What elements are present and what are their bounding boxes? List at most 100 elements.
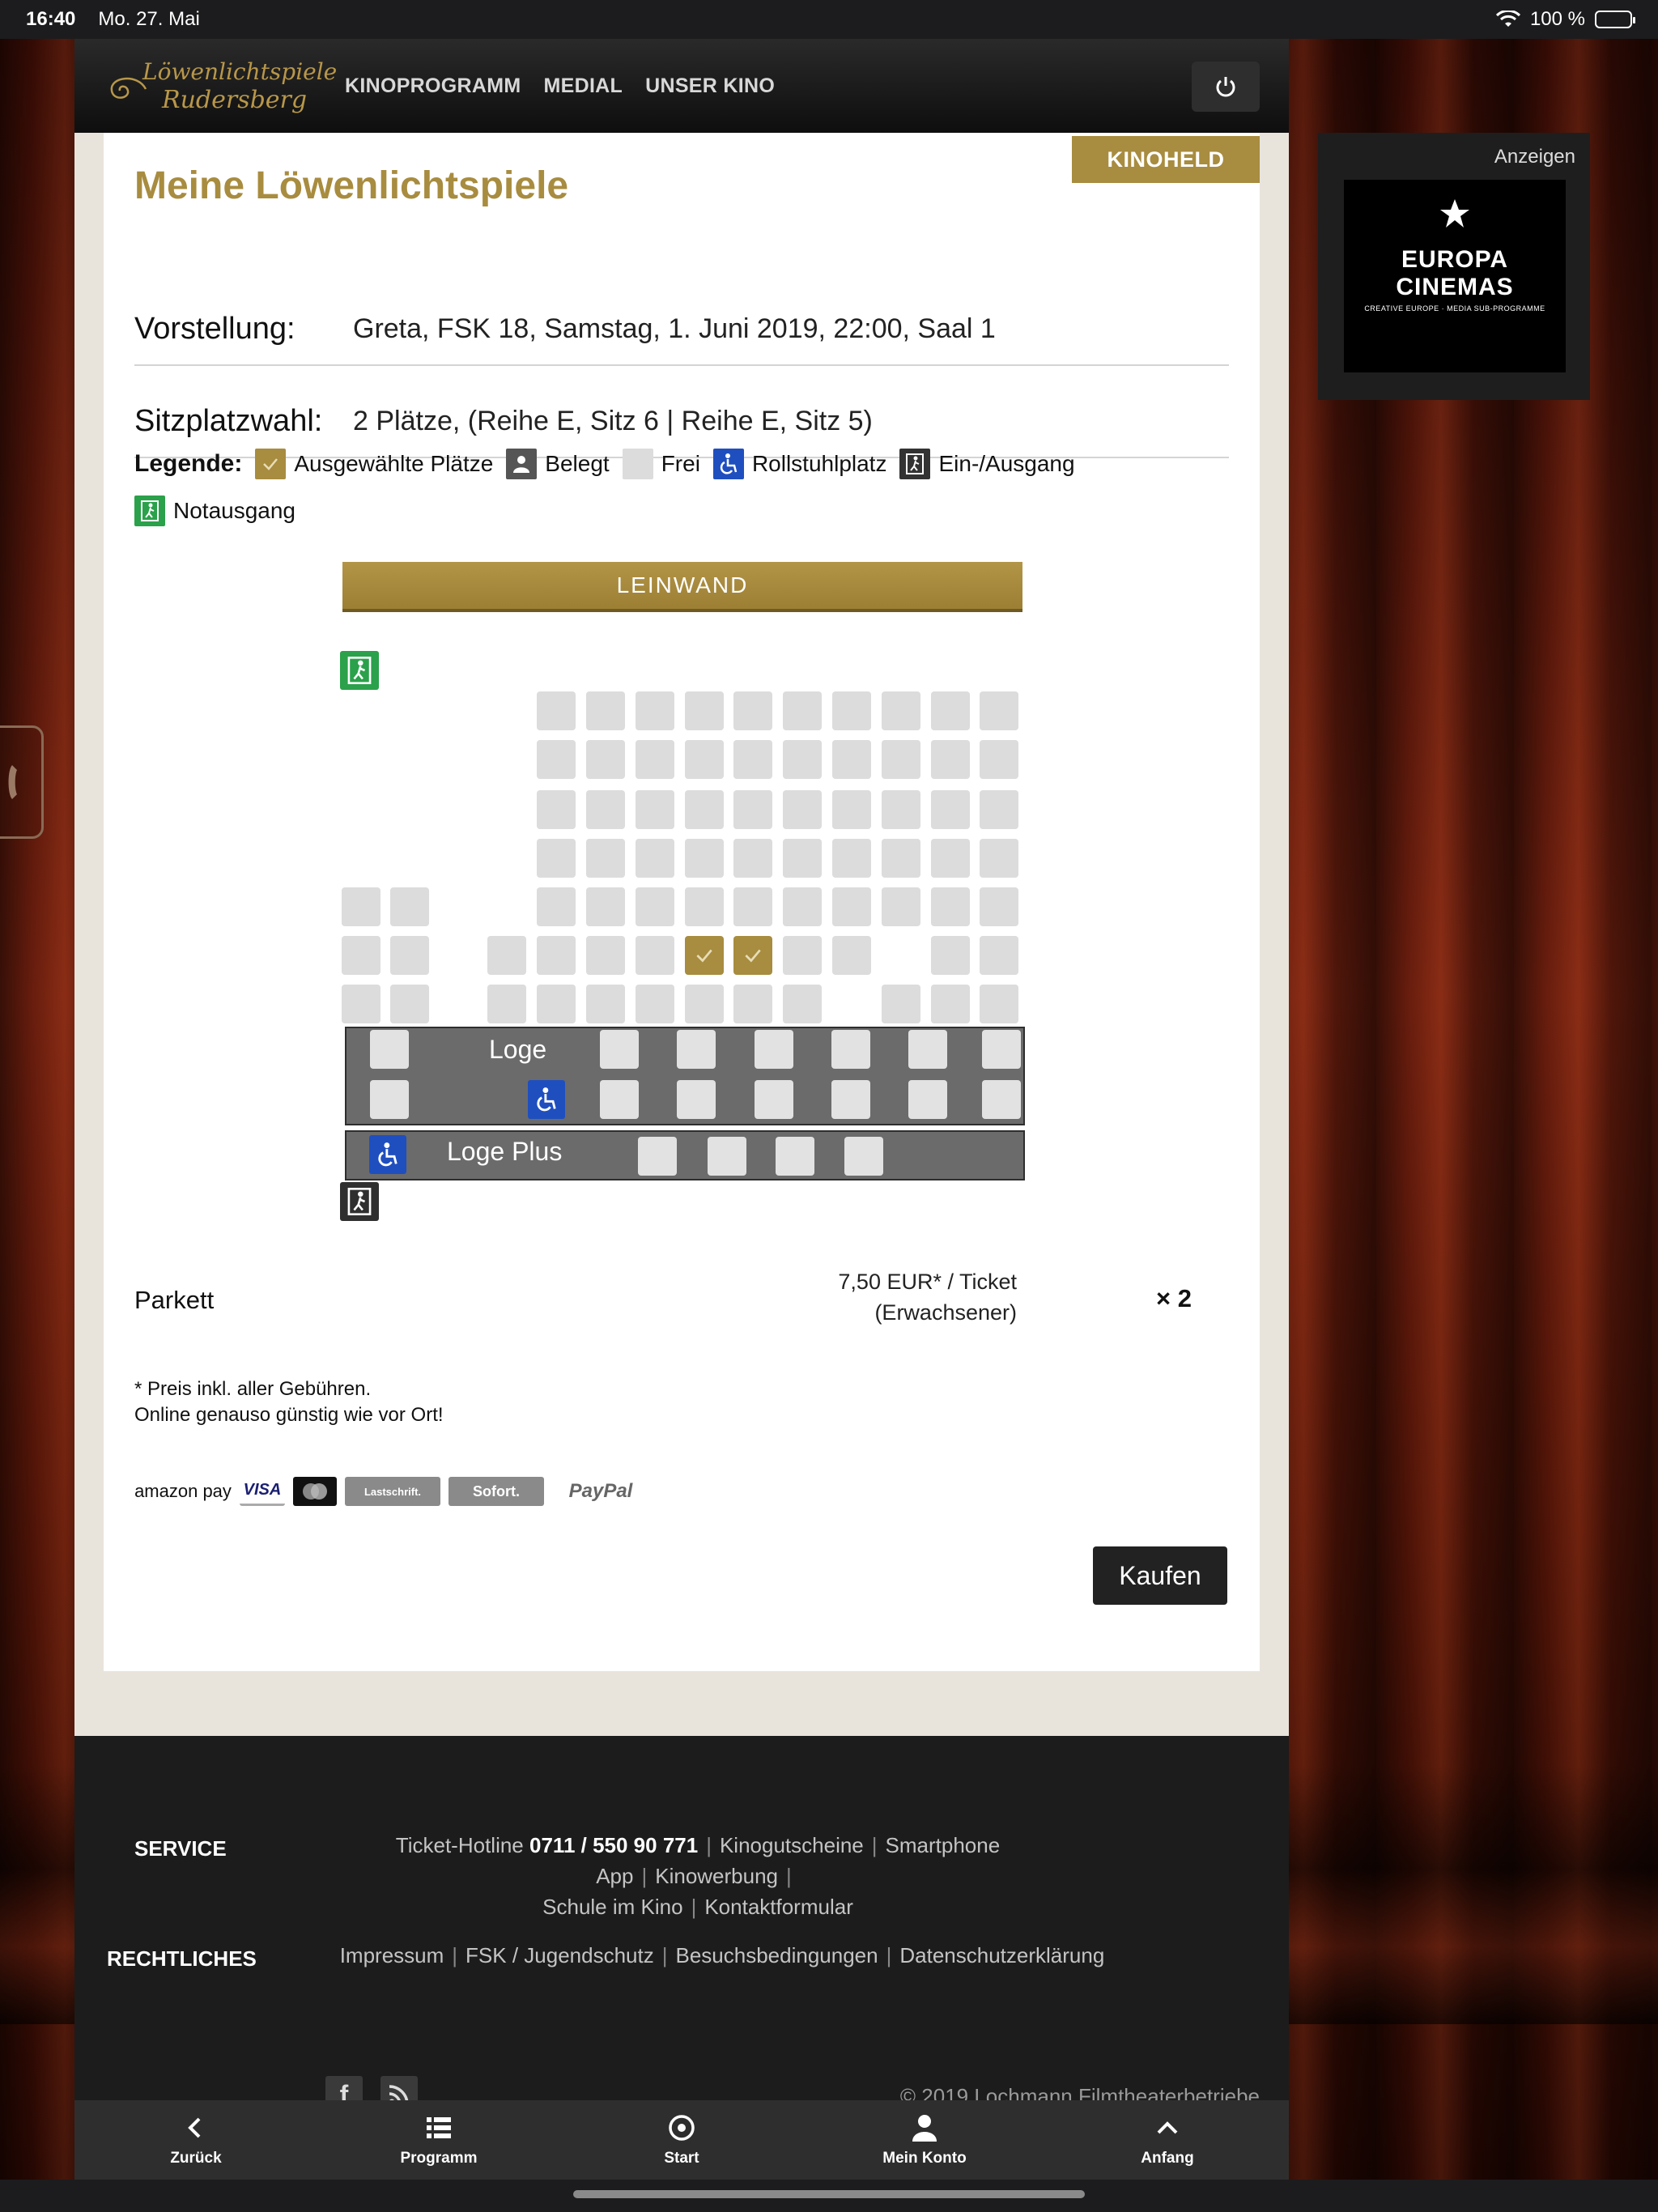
seat[interactable] (586, 887, 625, 926)
hotline-link[interactable]: Ticket-Hotline 0711 / 550 90 771 (396, 1833, 698, 1857)
seat[interactable] (783, 985, 822, 1023)
seat[interactable] (980, 839, 1018, 878)
seat[interactable] (931, 839, 970, 878)
link-impressum[interactable]: Impressum (340, 1943, 444, 1967)
seat[interactable] (733, 839, 772, 878)
seat[interactable] (980, 887, 1018, 926)
seat[interactable] (733, 740, 772, 779)
link-kinogutscheine[interactable]: Kinogutscheine (720, 1833, 864, 1857)
seat[interactable] (636, 985, 674, 1023)
seat[interactable] (586, 839, 625, 878)
tab-programm[interactable]: Programm (317, 2100, 560, 2180)
link-fsk[interactable]: FSK / Jugendschutz (466, 1943, 654, 1967)
seat[interactable] (832, 887, 871, 926)
seat[interactable] (832, 839, 871, 878)
seat[interactable] (733, 887, 772, 926)
link-kinowerbung[interactable]: Kinowerbung (655, 1864, 778, 1888)
seat[interactable] (636, 740, 674, 779)
seat[interactable] (537, 887, 576, 926)
seat[interactable] (487, 985, 526, 1023)
home-indicator[interactable] (573, 2190, 1085, 2198)
nav-kinoprogramm[interactable]: KINOPROGRAMM (345, 74, 521, 98)
loge-seat[interactable] (831, 1030, 870, 1069)
europa-cinemas-ad[interactable]: EUROPA CINEMAS CREATIVE EUROPE · MEDIA S… (1344, 180, 1566, 372)
seat[interactable] (832, 936, 871, 975)
seat[interactable] (342, 985, 380, 1023)
seat[interactable] (685, 839, 724, 878)
seat[interactable] (783, 790, 822, 829)
loge-seat[interactable] (600, 1030, 639, 1069)
seat[interactable] (537, 740, 576, 779)
tab-anfang[interactable]: Anfang (1046, 2100, 1289, 2180)
loge-seat[interactable] (908, 1030, 947, 1069)
seat[interactable] (586, 936, 625, 975)
selected-seat[interactable] (733, 936, 772, 975)
seat[interactable] (980, 740, 1018, 779)
seat[interactable] (980, 936, 1018, 975)
seat[interactable] (931, 936, 970, 975)
link-datenschutz[interactable]: Datenschutzerklärung (899, 1943, 1104, 1967)
seat[interactable] (685, 740, 724, 779)
seat[interactable] (783, 839, 822, 878)
seat[interactable] (931, 790, 970, 829)
seat[interactable] (636, 691, 674, 730)
seat[interactable] (537, 985, 576, 1023)
seat[interactable] (390, 887, 429, 926)
seat[interactable] (783, 936, 822, 975)
seat[interactable] (487, 936, 526, 975)
seat[interactable] (882, 839, 920, 878)
selected-seat[interactable] (685, 936, 724, 975)
kinoheld-button[interactable]: KINOHELD (1072, 136, 1260, 183)
loge-plus-seat[interactable] (708, 1137, 746, 1176)
loge-plus-seat[interactable] (844, 1137, 883, 1176)
seat[interactable] (733, 985, 772, 1023)
link-besuchsbedingungen[interactable]: Besuchsbedingungen (676, 1943, 878, 1967)
link-kontaktformular[interactable]: Kontaktformular (704, 1895, 853, 1919)
seat[interactable] (980, 790, 1018, 829)
loge-seat[interactable] (755, 1030, 793, 1069)
seat[interactable] (931, 887, 970, 926)
buy-button[interactable]: Kaufen (1093, 1546, 1227, 1605)
wheelchair-seat[interactable] (369, 1135, 406, 1174)
seat[interactable] (636, 936, 674, 975)
seat[interactable] (980, 691, 1018, 730)
loge-seat[interactable] (600, 1080, 639, 1119)
seat[interactable] (733, 691, 772, 730)
seat[interactable] (636, 887, 674, 926)
loge-seat[interactable] (982, 1030, 1021, 1069)
loge-plus-seat[interactable] (776, 1137, 814, 1176)
loge-seat[interactable] (677, 1080, 716, 1119)
seat[interactable] (537, 691, 576, 730)
ticket-quantity[interactable]: × 2 (1156, 1284, 1192, 1313)
seat[interactable] (685, 985, 724, 1023)
seat[interactable] (882, 790, 920, 829)
loge-seat[interactable] (831, 1080, 870, 1119)
seat[interactable] (586, 790, 625, 829)
tab-mein-konto[interactable]: Mein Konto (803, 2100, 1046, 2180)
seat[interactable] (537, 790, 576, 829)
seat[interactable] (586, 740, 625, 779)
loge-seat[interactable] (755, 1080, 793, 1119)
seat[interactable] (342, 887, 380, 926)
loge-seat[interactable] (908, 1080, 947, 1119)
cinema-logo[interactable]: Löwenlichtspiele Rudersberg (105, 53, 337, 118)
logout-button[interactable] (1192, 62, 1260, 112)
seat[interactable] (390, 985, 429, 1023)
seat[interactable] (832, 790, 871, 829)
seat[interactable] (980, 985, 1018, 1023)
loge-seat[interactable] (677, 1030, 716, 1069)
seat[interactable] (882, 740, 920, 779)
seat[interactable] (636, 839, 674, 878)
tab-zurueck[interactable]: Zurück (74, 2100, 317, 2180)
seat[interactable] (832, 740, 871, 779)
seat[interactable] (931, 985, 970, 1023)
seat[interactable] (390, 936, 429, 975)
wheelchair-seat[interactable] (528, 1080, 565, 1119)
seat[interactable] (931, 740, 970, 779)
phone-tab[interactable] (0, 725, 44, 839)
seat[interactable] (882, 985, 920, 1023)
seat[interactable] (882, 691, 920, 730)
loge-seat[interactable] (370, 1030, 409, 1069)
nav-medial[interactable]: MEDIAL (543, 74, 623, 98)
seat[interactable] (586, 985, 625, 1023)
